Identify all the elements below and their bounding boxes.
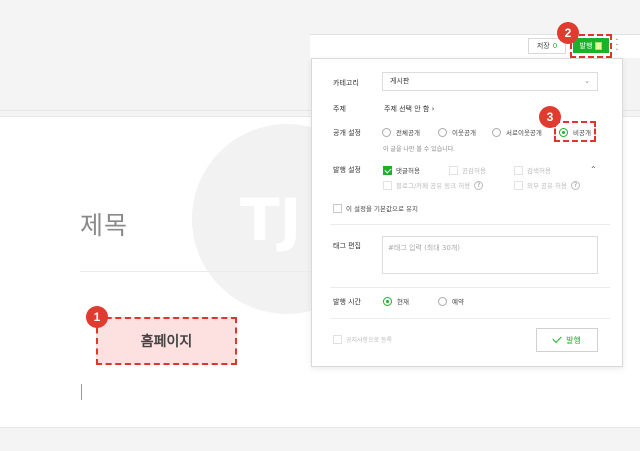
help-icon[interactable]: ? [474, 180, 484, 190]
publish-settings-label: 발행 설정 [333, 166, 361, 174]
tag-input[interactable]: #태그 입력 (최대 30개) [382, 236, 598, 274]
checkbox-label: 검색허용 [527, 167, 551, 175]
category-select[interactable]: 게시판 ⌄ [382, 72, 598, 91]
checkbox-icon [514, 180, 523, 190]
radio-selected-icon [383, 296, 392, 306]
checkbox-icon [449, 165, 458, 175]
tag-placeholder: #태그 입력 (최대 30개) [388, 244, 460, 252]
category-value: 게시판 [390, 77, 410, 85]
checkbox-icon [383, 180, 392, 190]
visibility-private-radio[interactable]: 비공개 [559, 127, 591, 137]
checkbox-label: 공감허용 [462, 167, 486, 175]
topic-value: 주제 선택 안 함 [384, 105, 430, 113]
title-placeholder[interactable]: 제목 [80, 206, 128, 242]
publish-time-label: 발행 시간 [333, 298, 361, 306]
section-divider [330, 224, 610, 225]
visibility-neighbor-radio[interactable]: 이웃공개 [438, 127, 476, 137]
checkbox-label: 이 설정을 기본값으로 유지 [346, 205, 418, 213]
checkbox-icon [333, 335, 342, 344]
homepage-text: 홈페이지 [140, 334, 193, 350]
radio-circle-icon [438, 296, 447, 306]
publish-schedule-radio[interactable]: 예약 [438, 296, 464, 306]
radio-circle-icon [382, 127, 391, 137]
publish-button[interactable]: 발행 [573, 38, 609, 53]
help-icon[interactable]: ? [571, 180, 581, 190]
final-publish-button[interactable]: 발행 [536, 328, 598, 352]
step-badge-3: 3 [539, 106, 561, 128]
topic-label: 주제 [333, 105, 346, 113]
visibility-option-label: 서로이웃공개 [506, 129, 542, 137]
radio-label: 예약 [452, 298, 464, 306]
section-divider [330, 318, 610, 319]
visibility-mutual-radio[interactable]: 서로이웃공개 [492, 127, 542, 137]
keep-default-checkbox[interactable]: 이 설정을 기본값으로 유지 [333, 203, 418, 213]
visibility-label: 공개 설정 [333, 129, 361, 137]
allow-external-share-checkbox[interactable]: 외부 공유 허용 ? [514, 180, 581, 190]
checkbox-icon [514, 165, 523, 175]
allow-link-share-checkbox[interactable]: 블로그/카페 공유 링크 허용 ? [383, 180, 484, 190]
allow-likes-checkbox[interactable]: 공감허용 [449, 165, 486, 175]
notice-checkbox[interactable]: 공지사항으로 등록 [333, 335, 392, 344]
allow-search-checkbox[interactable]: 검색허용 [514, 165, 551, 175]
homepage-highlight: 홈페이지 [96, 317, 237, 365]
text-cursor [81, 384, 82, 400]
chevron-down-icon: ⌄ [584, 77, 590, 85]
topic-selector[interactable]: 주제 선택 안 함 › [384, 104, 434, 114]
visibility-option-label: 전체공개 [396, 129, 420, 137]
checkbox-label: 외부 공유 허용 [527, 182, 568, 190]
more-vertical-icon[interactable]: · · · [614, 36, 620, 56]
category-label: 카테고리 [333, 79, 359, 87]
radio-selected-icon [559, 127, 568, 137]
visibility-public-radio[interactable]: 전체공개 [382, 127, 420, 137]
tag-label: 태그 편집 [333, 242, 361, 250]
check-icon [552, 333, 562, 344]
notice-label: 공지사항으로 등록 [346, 337, 393, 344]
chevron-up-icon[interactable]: ⌃ [590, 165, 597, 174]
checkbox-label: 블로그/카페 공유 링크 허용 [396, 182, 471, 190]
checkbox-label: 댓글허용 [396, 167, 420, 175]
save-label: 저장 [536, 42, 550, 50]
radio-circle-icon [438, 127, 447, 137]
visibility-option-label: 비공개 [573, 129, 591, 137]
section-divider [330, 287, 610, 288]
chevron-right-icon: › [431, 105, 435, 113]
checkbox-checked-icon [383, 165, 392, 175]
visibility-option-label: 이웃공개 [452, 129, 476, 137]
checkbox-icon [333, 203, 342, 213]
allow-comments-checkbox[interactable]: 댓글허용 [383, 165, 420, 175]
publish-now-radio[interactable]: 현재 [383, 296, 409, 306]
save-count: 0 [552, 42, 558, 50]
final-publish-label: 발행 [566, 335, 581, 345]
step-badge-2: 2 [557, 22, 579, 44]
visibility-hint: 이 글을 나만 볼 수 있습니다. [383, 146, 456, 153]
publish-label: 발행 [579, 41, 593, 50]
document-icon [595, 41, 603, 50]
step-badge-1: 1 [86, 306, 108, 328]
radio-circle-icon [492, 127, 501, 137]
radio-label: 현재 [397, 298, 409, 306]
